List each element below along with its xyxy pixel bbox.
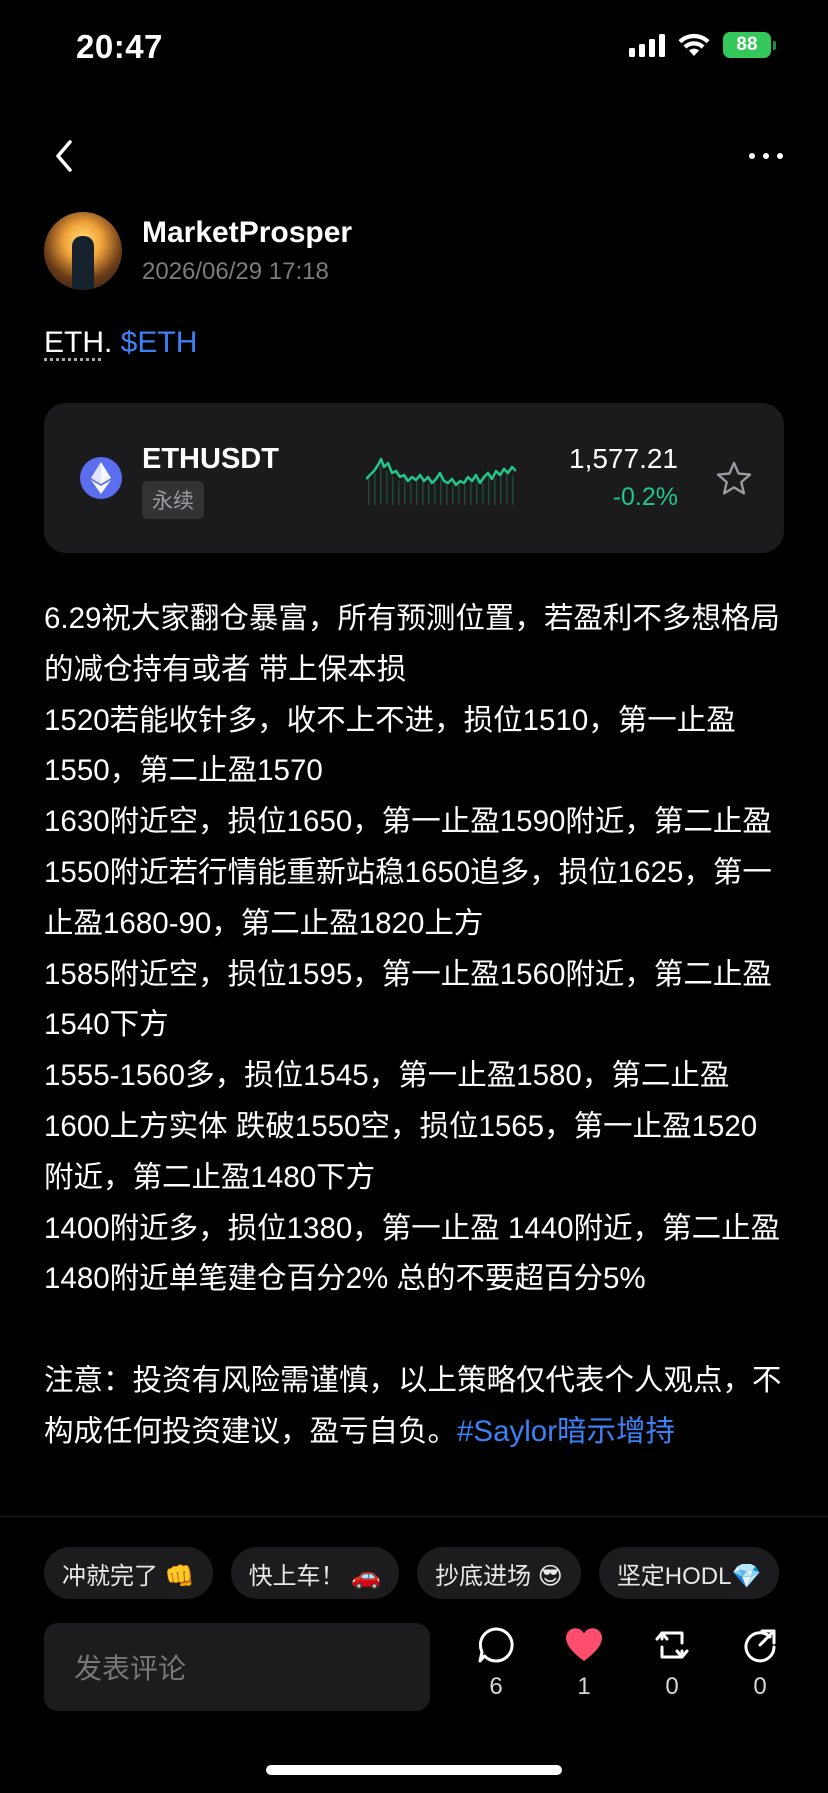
ethereum-icon [80,457,122,499]
repost-count: 0 [665,1673,679,1700]
ticker-price: 1,577.21 [569,443,678,474]
share-button[interactable]: 0 [730,1625,790,1701]
tag-line: ETH. $ETH [44,326,197,360]
disclaimer: 注意：投资有风险需谨慎，以上策略仅代表个人观点，不构成任何投资建议，盈亏自负。#… [44,1356,784,1458]
share-count: 0 [753,1673,767,1700]
like-button[interactable]: 1 [554,1625,614,1701]
battery-level: 88 [723,32,771,58]
star-icon[interactable] [714,459,754,499]
comment-button[interactable]: 6 [466,1625,526,1701]
perpetual-badge: 永续 [142,481,204,519]
hashtag-link[interactable]: #Saylor暗示增持 [457,1415,675,1448]
post-line: 1585附近空，损位1595，第一止盈1560附近，第二止盈1540下方 [44,957,772,1042]
post-date: 2026/06/29 17:18 [142,258,329,285]
nav-bar [0,120,828,190]
comment-count: 6 [489,1673,503,1700]
tag-separator: . [104,326,121,359]
back-button[interactable] [36,128,92,184]
quick-reply-chip[interactable]: 冲就完了 👊 [44,1547,213,1599]
post-line: 1400附近多，损位1380，第一止盈 1440附近，第二止盈1480附近单笔建… [44,1211,781,1296]
status-time: 20:47 [76,28,163,65]
ticker-card[interactable]: ETHUSDT 永续 1,577.21 -0.2% [44,403,784,553]
quick-reply-row: 冲就完了 👊 快上车！ 🚗 抄底进场 😎 坚定HODL💎 [44,1547,780,1599]
signal-icon [629,33,665,57]
wifi-icon [678,33,710,56]
home-indicator [266,1765,562,1775]
repost-icon [655,1631,689,1659]
ticker-change: -0.2% [612,483,678,511]
post-line: 1520若能收针多，收不上不进，损位1510，第一止盈1550，第二止盈1570 [44,703,736,788]
chevron-left-icon [56,140,72,172]
comment-icon [478,1627,514,1663]
cashtag-link[interactable]: $ETH [121,326,198,359]
bottom-bar: 冲就完了 👊 快上车！ 🚗 抄底进场 😎 坚定HODL💎 发表评论 6 1 0 [0,1516,828,1793]
quick-reply-chip[interactable]: 快上车！ 🚗 [230,1547,400,1599]
comment-input[interactable]: 发表评论 [44,1623,430,1711]
quick-reply-chip[interactable]: 抄底进场 😎 [417,1547,581,1599]
avatar[interactable] [44,212,122,290]
more-button[interactable] [734,128,798,184]
price-sparkline [366,457,516,505]
coin-tag[interactable]: ETH [44,326,104,359]
repost-button[interactable]: 0 [642,1625,702,1701]
quick-reply-chip[interactable]: 坚定HODL💎 [598,1547,780,1599]
status-bar: 20:47 88 [0,0,828,96]
share-icon [744,1629,776,1663]
more-horizontal-icon [749,153,755,159]
author-name[interactable]: MarketProsper [142,216,352,250]
post-line: 6.29祝大家翻仓暴富，所有预测位置，若盈利不多想格局的减仓持有或者 带上保本损 [44,602,780,686]
post-line: 1555-1560多，损位1545，第一止盈1580，第二止盈1600上方实体 … [44,1059,758,1194]
post-body: 6.29祝大家翻仓暴富，所有预测位置，若盈利不多想格局的减仓持有或者 带上保本损… [44,594,784,1510]
ticker-symbol: ETHUSDT [142,443,279,475]
battery-icon: 88 [723,32,776,58]
status-icons: 88 [629,32,776,58]
author-header: MarketProsper 2026/06/29 17:18 [44,212,784,292]
like-count: 1 [577,1673,591,1700]
post-line: 1630附近空，损位1650，第一止盈1590附近，第二止盈1550附近若行情能… [44,805,772,940]
heart-icon [566,1628,602,1661]
